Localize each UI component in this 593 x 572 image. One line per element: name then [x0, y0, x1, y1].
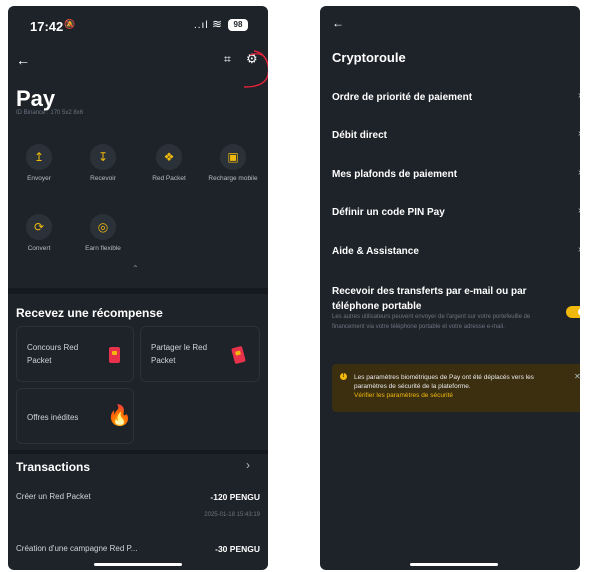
back-arrow-icon[interactable]: ← [16, 52, 30, 68]
transaction-amount: -120 PENGU [210, 492, 260, 502]
transaction-row[interactable]: Créer un Red Packet -120 PENGU 2025-01-1… [16, 490, 260, 526]
share-red-packet-card[interactable]: Partager le Red Packet [140, 326, 260, 382]
wifi-icon: ≋ [212, 17, 223, 31]
red-packet-contest-card[interactable]: Concours Red Packet [16, 326, 134, 382]
biometric-notice: ! Les paramètres biométriques de Pay ont… [332, 364, 580, 412]
chevron-right-icon[interactable]: › [246, 458, 250, 472]
battery-indicator: 98 [228, 19, 248, 31]
page-title: Cryptoroule [332, 50, 406, 65]
action-label: Earn flexible [85, 245, 121, 252]
chevron-right-icon[interactable]: › [578, 128, 580, 139]
card-label: Offres inédites [27, 413, 79, 422]
transactions-title: Transactions [16, 460, 91, 474]
menu-item-help[interactable]: Aide & Assistance [332, 246, 419, 257]
menu-item-pin-code[interactable]: Définir un code PIN Pay [332, 207, 445, 218]
notice-message: Les paramètres biométriques de Pay ont é… [354, 374, 534, 390]
chevron-right-icon[interactable]: › [578, 205, 580, 216]
settings-screen: ← Cryptoroule Ordre de priorité de paiem… [320, 6, 580, 570]
red-annotation-mark [243, 50, 268, 88]
chevron-up-icon[interactable]: ⌃ [132, 264, 139, 273]
receive-action[interactable]: ↧ Recevoir [78, 144, 128, 183]
transfer-setting-title: Recevoir des transferts par e-mail ou pa… [332, 284, 562, 314]
user-id: ID Binance : 170 5x2 8x6 [16, 110, 84, 116]
action-label: Recevoir [90, 175, 116, 182]
phone-icon: ▣ [220, 144, 246, 170]
notice-text: Les paramètres biométriques de Pay ont é… [354, 373, 564, 400]
home-indicator [410, 563, 498, 566]
exclusive-offers-card[interactable]: Offres inédites 🔥 [16, 388, 134, 444]
card-label: Concours Red Packet [27, 343, 79, 365]
transaction-label: Créer un Red Packet [16, 492, 91, 501]
action-label: Envoyer [27, 175, 51, 182]
earn-flexible-action[interactable]: ◎ Earn flexible [78, 214, 128, 253]
flame-icon: 🔥 [107, 405, 132, 427]
page-title: Pay [16, 86, 56, 111]
menu-item-payment-priority[interactable]: Ordre de priorité de paiement [332, 92, 472, 103]
transaction-label: Création d'une campagne Red P... [16, 544, 138, 553]
mobile-recharge-action[interactable]: ▣ Recharge mobile [208, 144, 258, 183]
chevron-right-icon[interactable]: › [578, 167, 580, 178]
download-icon: ↧ [90, 144, 116, 170]
scan-icon[interactable]: ⌗ [224, 52, 231, 67]
close-icon[interactable]: ✕ [574, 372, 580, 381]
transfer-description: Les autres utilisateurs peuvent envoyer … [332, 314, 531, 330]
send-action[interactable]: ↥ Envoyer [14, 144, 64, 183]
chevron-right-icon[interactable]: › [578, 90, 580, 101]
status-time: 17:42 [30, 19, 64, 34]
menu-item-direct-debit[interactable]: Débit direct [332, 130, 387, 141]
home-indicator [94, 563, 182, 566]
back-arrow-icon[interactable]: ← [332, 16, 344, 30]
pay-screen: 17:42 🔕 ..ıl ≋ 98 ← ⌗ ⚙ Pay ID Binance :… [8, 6, 268, 570]
bell-muted-icon: 🔕 [64, 19, 76, 29]
transfer-title-line2: téléphone portable [332, 301, 422, 312]
transaction-date: 2025-01-18 15:43:19 [204, 512, 260, 518]
card-label: Partager le Red Packet [151, 343, 208, 365]
section-divider [8, 450, 268, 454]
transfer-title-line1: Recevoir des transferts par e-mail ou pa… [332, 286, 527, 297]
signal-icon: ..ıl [194, 20, 209, 31]
info-icon: ! [340, 373, 347, 380]
red-packet-action[interactable]: ❖ Red Packet [144, 144, 194, 183]
red-envelope-icon [109, 347, 120, 363]
convert-icon: ⟳ [26, 214, 52, 240]
action-label: Red Packet [152, 175, 186, 182]
transfer-toggle[interactable] [566, 306, 580, 318]
earn-icon: ◎ [90, 214, 116, 240]
convert-action[interactable]: ⟳ Convert [14, 214, 64, 253]
rewards-title: Recevez une récompense [16, 306, 163, 320]
chevron-right-icon[interactable]: › [578, 244, 580, 255]
security-settings-link[interactable]: Vérifier les paramètres de sécurité [354, 392, 453, 399]
transaction-row[interactable]: Création d'une campagne Red P... -30 PEN… [16, 542, 260, 562]
menu-item-payment-limits[interactable]: Mes plafonds de paiement [332, 169, 457, 180]
section-divider [8, 288, 268, 294]
gift-icon: ❖ [156, 144, 182, 170]
action-label: Recharge mobile [208, 175, 258, 182]
red-envelope-icon [231, 345, 246, 365]
action-label: Convert [27, 245, 51, 252]
upload-icon: ↥ [26, 144, 52, 170]
transaction-amount: -30 PENGU [215, 544, 260, 554]
